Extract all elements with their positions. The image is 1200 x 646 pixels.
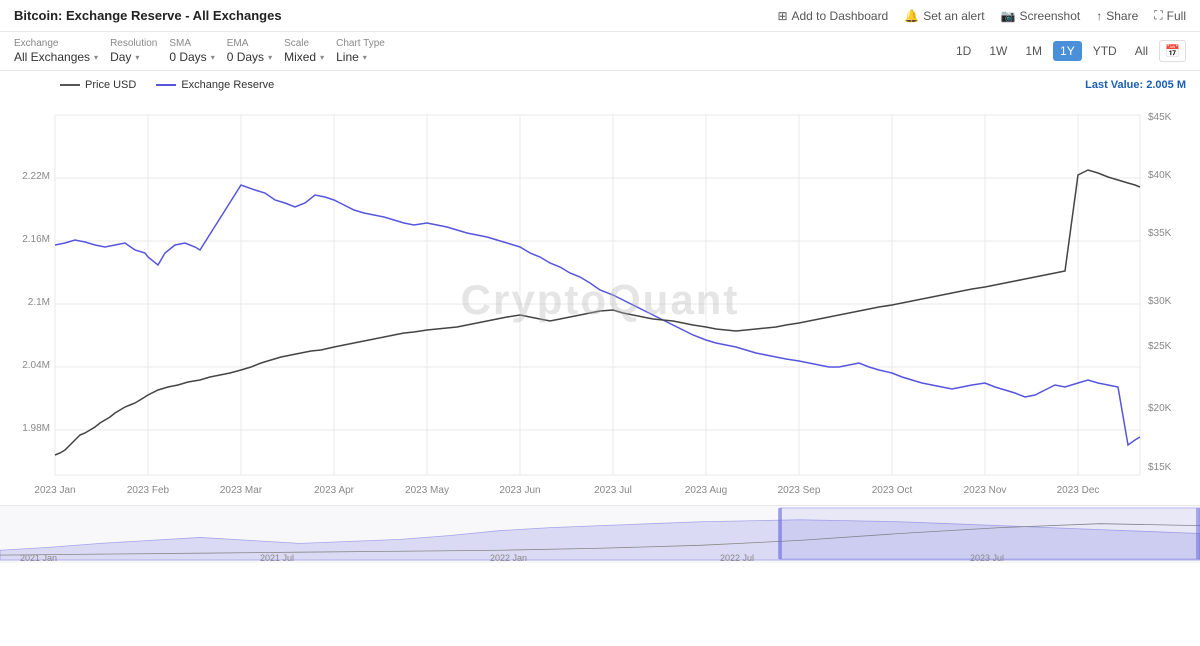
resolution-select[interactable]: Day ▾ — [110, 50, 157, 64]
svg-text:$25K: $25K — [1148, 341, 1172, 352]
svg-text:2021 Jan: 2021 Jan — [20, 553, 57, 563]
svg-text:2023 Oct: 2023 Oct — [872, 485, 913, 496]
camera-icon: 📷 — [1001, 9, 1016, 23]
legend-price-label: Price USD — [85, 79, 136, 91]
exchange-label: Exchange — [14, 38, 98, 49]
ema-group: EMA 0 Days ▾ — [227, 38, 272, 64]
chart-type-label: Chart Type — [336, 38, 385, 49]
chart-area: Price USD Exchange Reserve Last Value: 2… — [0, 71, 1200, 563]
header-actions: ⊞ Add to Dashboard 🔔 Set an alert 📷 Scre… — [777, 8, 1186, 23]
time-btn-all[interactable]: All — [1128, 41, 1155, 61]
svg-text:2.04M: 2.04M — [22, 360, 50, 371]
screenshot-button[interactable]: 📷 Screenshot — [1001, 9, 1081, 23]
share-icon: ↑ — [1096, 9, 1102, 23]
legend-price: Price USD — [60, 79, 136, 91]
ema-label: EMA — [227, 38, 272, 49]
svg-text:$20K: $20K — [1148, 403, 1172, 414]
scale-label: Scale — [284, 38, 324, 49]
legend-reserve: Exchange Reserve — [156, 79, 274, 91]
chevron-down-icon: ▾ — [211, 53, 215, 62]
svg-text:2023 Mar: 2023 Mar — [220, 485, 263, 496]
add-dashboard-button[interactable]: ⊞ Add to Dashboard — [777, 9, 888, 23]
main-chart: CryptoQuant 2.22M 2. — [0, 95, 1200, 505]
svg-text:2023 Jun: 2023 Jun — [499, 485, 540, 496]
expand-icon: ⛶ — [1154, 8, 1162, 23]
svg-text:1.98M: 1.98M — [22, 423, 50, 434]
sma-group: SMA 0 Days ▾ — [169, 38, 214, 64]
bell-icon: 🔔 — [904, 9, 919, 23]
mini-chart: 2021 Jan 2021 Jul 2022 Jan 2022 Jul 2023… — [0, 505, 1200, 563]
svg-text:2.1M: 2.1M — [28, 297, 50, 308]
exchange-group: Exchange All Exchanges ▾ — [14, 38, 98, 64]
page-title: Bitcoin: Exchange Reserve - All Exchange… — [14, 8, 282, 23]
svg-text:2022 Jan: 2022 Jan — [490, 553, 527, 563]
last-value-label: Last Value: 2.005 M — [1085, 79, 1186, 91]
price-line-indicator — [60, 84, 80, 86]
toolbar-left: Exchange All Exchanges ▾ Resolution Day … — [14, 38, 385, 64]
chevron-down-icon: ▾ — [135, 53, 139, 62]
toolbar: Exchange All Exchanges ▾ Resolution Day … — [0, 32, 1200, 71]
svg-text:2.22M: 2.22M — [22, 171, 50, 182]
calendar-button[interactable]: 📅 — [1159, 40, 1186, 62]
sma-label: SMA — [169, 38, 214, 49]
legend-reserve-label: Exchange Reserve — [181, 79, 274, 91]
chevron-down-icon: ▾ — [320, 53, 324, 62]
share-button[interactable]: ↑ Share — [1096, 9, 1138, 23]
svg-text:2021 Jul: 2021 Jul — [260, 553, 294, 563]
svg-text:2023 Nov: 2023 Nov — [964, 485, 1007, 496]
svg-text:2.16M: 2.16M — [22, 234, 50, 245]
svg-text:2023 Apr: 2023 Apr — [314, 485, 355, 496]
svg-text:2023 May: 2023 May — [405, 485, 449, 496]
svg-text:2023 Jan: 2023 Jan — [34, 485, 75, 496]
scale-group: Scale Mixed ▾ — [284, 38, 324, 64]
exchange-reserve-line — [55, 185, 1140, 445]
chart-legend: Price USD Exchange Reserve — [0, 71, 1200, 95]
svg-text:$35K: $35K — [1148, 228, 1172, 239]
page-header: Bitcoin: Exchange Reserve - All Exchange… — [0, 0, 1200, 32]
svg-text:2023 Jul: 2023 Jul — [970, 553, 1004, 563]
chevron-down-icon: ▾ — [268, 53, 272, 62]
time-range-selector: 1D 1W 1M 1Y YTD All 📅 — [949, 40, 1186, 62]
svg-text:$40K: $40K — [1148, 170, 1172, 181]
set-alert-button[interactable]: 🔔 Set an alert — [904, 9, 984, 23]
exchange-select[interactable]: All Exchanges ▾ — [14, 50, 98, 64]
time-btn-ytd[interactable]: YTD — [1086, 41, 1124, 61]
time-btn-1d[interactable]: 1D — [949, 41, 978, 61]
full-button[interactable]: ⛶ Full — [1154, 8, 1186, 23]
ema-select[interactable]: 0 Days ▾ — [227, 50, 272, 64]
chart-type-group: Chart Type Line ▾ — [336, 38, 385, 64]
mini-chart-svg: 2021 Jan 2021 Jul 2022 Jan 2022 Jul 2023… — [0, 506, 1200, 563]
time-btn-1m[interactable]: 1M — [1018, 41, 1049, 61]
svg-text:2022 Jul: 2022 Jul — [720, 553, 754, 563]
price-usd-line — [55, 170, 1140, 455]
resolution-group: Resolution Day ▾ — [110, 38, 157, 64]
time-btn-1w[interactable]: 1W — [982, 41, 1014, 61]
main-chart-svg: 2.22M 2.16M 2.1M 2.04M 1.98M $45K $40K $… — [0, 95, 1200, 505]
svg-text:2023 Dec: 2023 Dec — [1057, 485, 1100, 496]
svg-text:$15K: $15K — [1148, 462, 1172, 473]
resolution-label: Resolution — [110, 38, 157, 49]
chevron-down-icon: ▾ — [363, 53, 367, 62]
dashboard-icon: ⊞ — [777, 9, 787, 23]
svg-text:2023 Jul: 2023 Jul — [594, 485, 632, 496]
svg-text:$45K: $45K — [1148, 112, 1172, 123]
svg-text:2023 Aug: 2023 Aug — [685, 485, 727, 496]
svg-text:2023 Feb: 2023 Feb — [127, 485, 170, 496]
chart-type-select[interactable]: Line ▾ — [336, 50, 385, 64]
chevron-down-icon: ▾ — [94, 53, 98, 62]
svg-text:2023 Sep: 2023 Sep — [778, 485, 821, 496]
scale-select[interactable]: Mixed ▾ — [284, 50, 324, 64]
sma-select[interactable]: 0 Days ▾ — [169, 50, 214, 64]
reserve-line-indicator — [156, 84, 176, 86]
time-btn-1y[interactable]: 1Y — [1053, 41, 1082, 61]
svg-text:$30K: $30K — [1148, 296, 1172, 307]
